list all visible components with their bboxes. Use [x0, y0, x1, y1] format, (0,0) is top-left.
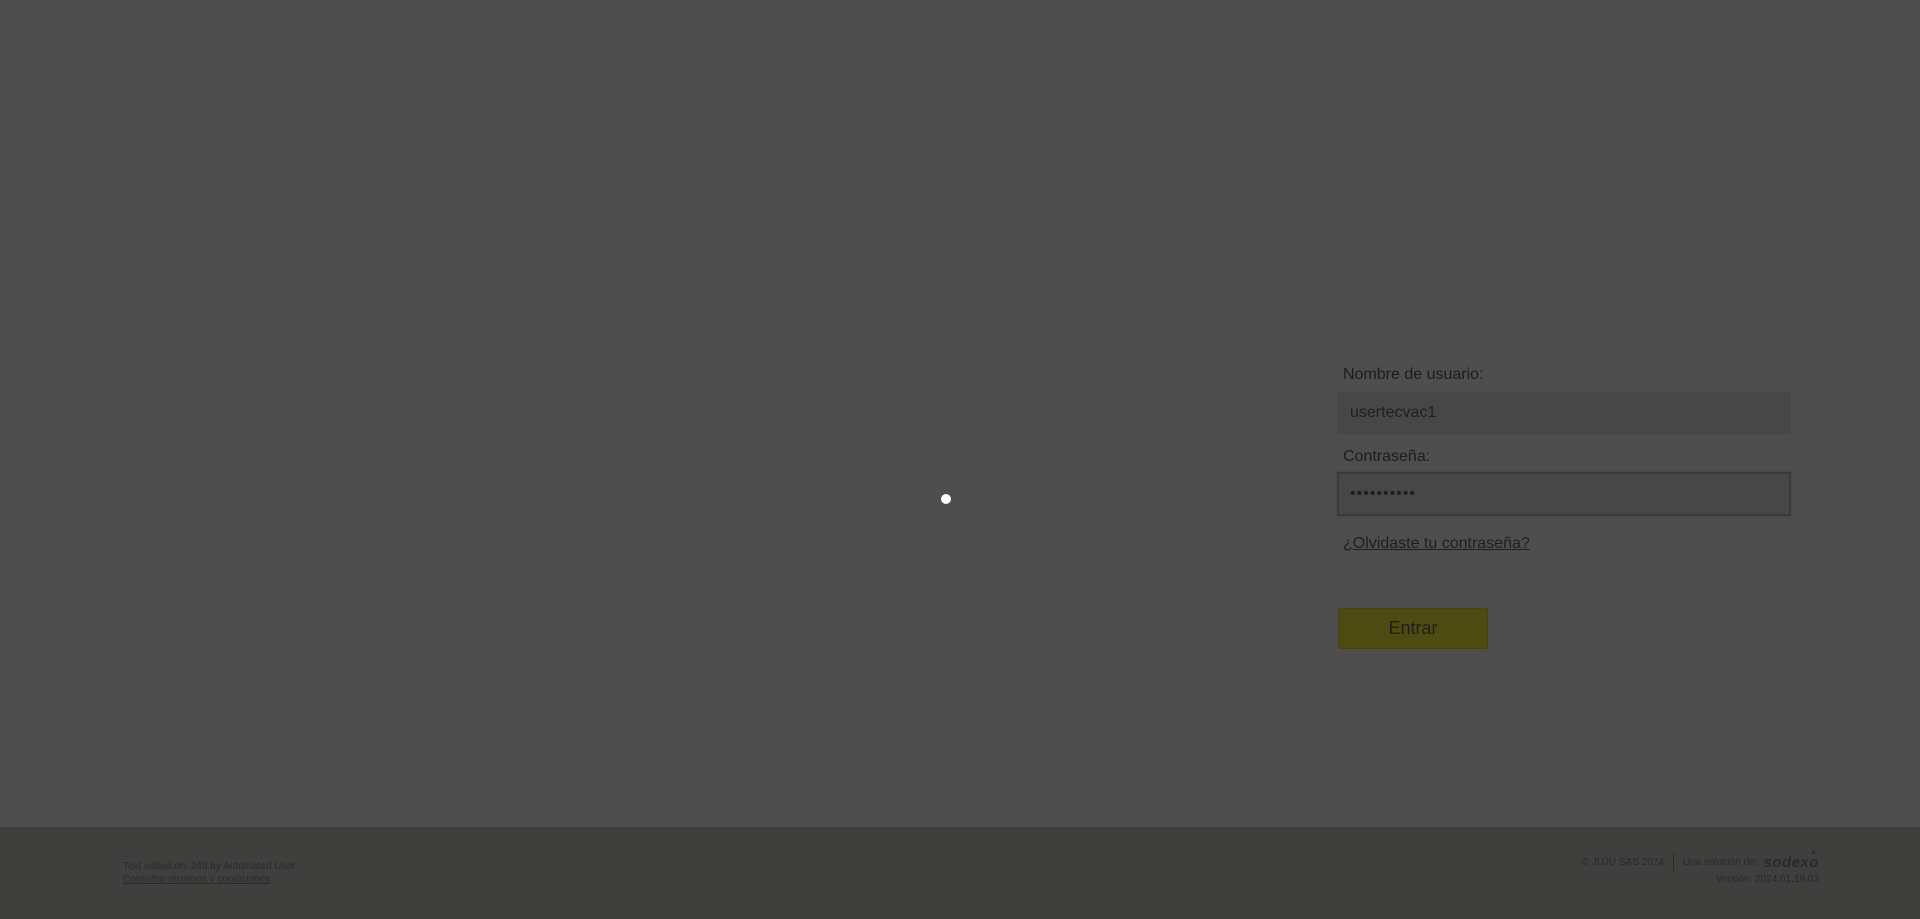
page-overlay: Nombre de usuario: Contraseña: ¿Olvidast… [0, 0, 1920, 827]
submit-button[interactable]: Entrar [1338, 608, 1488, 649]
version-text: Versión: 2024.01.19.03 [1716, 874, 1819, 885]
footer-divider [1672, 853, 1674, 871]
username-label: Nombre de usuario: [1343, 366, 1484, 383]
solution-label: Una solución de: [1682, 856, 1758, 868]
loading-spinner-icon [941, 494, 951, 504]
password-input[interactable] [1337, 472, 1791, 516]
footer-brand-row: © JUJU SAS 2024 Una solución de: sodexo ✦ [1581, 850, 1819, 871]
username-input[interactable] [1337, 391, 1791, 435]
password-label: Contraseña: [1343, 448, 1431, 465]
logo-star-icon: ✦ [1810, 849, 1817, 857]
sodexo-logo: sodexo ✦ [1763, 850, 1819, 871]
footer-left: Text edited on: 248 by Automated User Co… [123, 860, 295, 886]
forgot-password-link[interactable]: ¿Olvidaste tu contraseña? [1343, 535, 1530, 553]
edited-text: Text edited on: 248 by Automated User [123, 861, 296, 872]
terms-link[interactable]: Consultar términos y condiciones [123, 873, 295, 886]
footer: Text edited on: 248 by Automated User Co… [0, 827, 1920, 919]
footer-right: © JUJU SAS 2024 Una solución de: sodexo ✦… [1581, 850, 1819, 886]
copyright-text: © JUJU SAS 2024 [1581, 856, 1664, 868]
